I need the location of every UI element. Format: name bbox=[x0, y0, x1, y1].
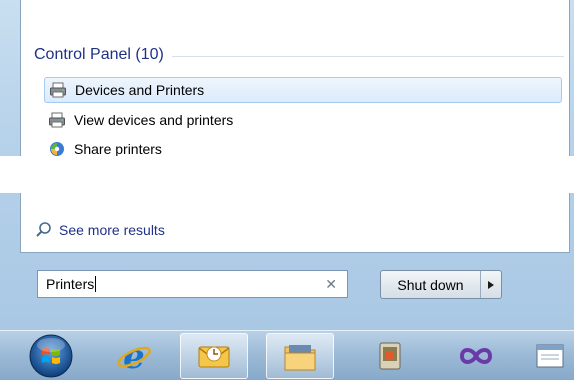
see-more-label: See more results bbox=[59, 222, 165, 238]
result-devices-and-printers[interactable]: Devices and Printers bbox=[44, 77, 562, 103]
group-title: Control Panel (10) bbox=[34, 46, 164, 63]
search-input[interactable]: Printers ✕ bbox=[37, 270, 348, 298]
taskbar-app-5[interactable] bbox=[356, 333, 424, 379]
result-view-devices-and-printers[interactable]: View devices and printers bbox=[44, 107, 562, 133]
taskbar-windows-explorer[interactable] bbox=[266, 333, 334, 379]
shutdown-label[interactable]: Shut down bbox=[381, 271, 481, 298]
see-more-panel: See more results bbox=[20, 193, 570, 253]
result-label: Devices and Printers bbox=[75, 82, 205, 98]
outlook-icon bbox=[198, 346, 230, 368]
window-icon bbox=[536, 344, 564, 368]
svg-text:e: e bbox=[123, 337, 145, 376]
search-results-panel: Control Panel (10) Devices and Printers … bbox=[20, 0, 570, 157]
start-orb[interactable] bbox=[22, 333, 80, 379]
taskbar-app-7[interactable] bbox=[526, 333, 574, 379]
shutdown-button[interactable]: Shut down bbox=[380, 270, 502, 299]
printer-icon bbox=[49, 112, 65, 128]
arrow-right-icon[interactable] bbox=[481, 271, 501, 298]
search-text: Printers bbox=[46, 276, 95, 292]
windows-orb-icon bbox=[29, 334, 73, 378]
group-divider bbox=[171, 55, 564, 57]
taskbar-outlook[interactable] bbox=[180, 333, 248, 379]
clear-icon[interactable]: ✕ bbox=[325, 276, 337, 293]
text-caret bbox=[95, 276, 97, 292]
taskbar-internet-explorer[interactable]: e bbox=[100, 333, 168, 379]
taskbar: e bbox=[0, 330, 574, 380]
search-icon bbox=[36, 222, 51, 237]
folder-icon bbox=[284, 345, 316, 371]
result-label: Share printers bbox=[74, 141, 162, 157]
internet-explorer-icon: e bbox=[117, 337, 151, 376]
panel-gap bbox=[0, 156, 574, 193]
see-more-results-link[interactable]: See more results bbox=[35, 219, 165, 241]
printer-icon bbox=[50, 82, 66, 98]
group-header[interactable]: Control Panel (10) bbox=[34, 44, 564, 66]
taskbar-visual-studio[interactable] bbox=[442, 333, 510, 379]
infinity-icon bbox=[459, 348, 493, 364]
result-label: View devices and printers bbox=[74, 112, 234, 128]
app-icon bbox=[379, 342, 401, 370]
